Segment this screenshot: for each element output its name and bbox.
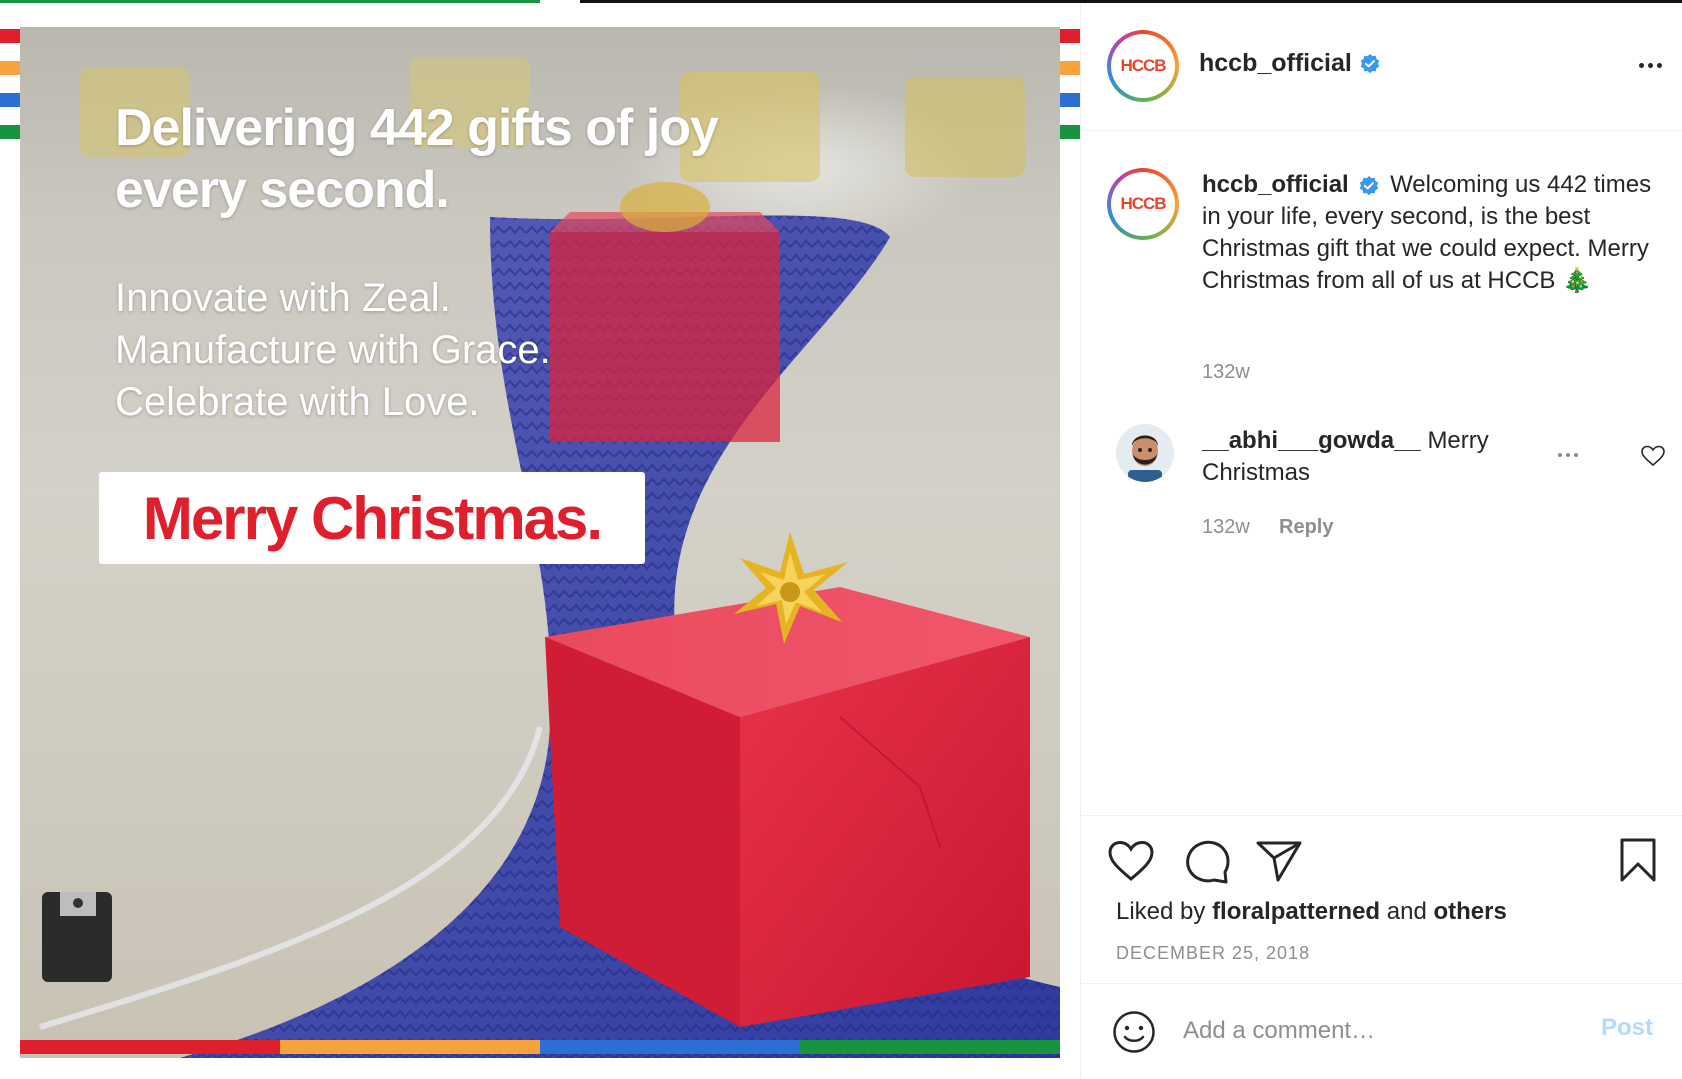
header-username[interactable]: hccb_official bbox=[1199, 49, 1352, 78]
hccb-logo: HCCB bbox=[1120, 56, 1166, 75]
post-date[interactable]: DECEMBER 25, 2018 bbox=[1116, 943, 1310, 964]
comment-like-heart-icon[interactable] bbox=[1641, 445, 1665, 467]
post-details-panel: HCCB hccb_official HCCB hccb_official We… bbox=[1080, 3, 1682, 1078]
tagline-line: Innovate with Zeal. bbox=[115, 276, 451, 320]
comment-icon[interactable] bbox=[1185, 840, 1231, 884]
heart-icon[interactable] bbox=[1108, 840, 1154, 882]
commenter-avatar[interactable] bbox=[1116, 424, 1174, 482]
post-photo: Delivering 442 gifts of joy every second… bbox=[20, 27, 1060, 1058]
comment-input[interactable] bbox=[1181, 1010, 1555, 1052]
post-media[interactable]: Delivering 442 gifts of joy every second… bbox=[0, 3, 1080, 1078]
greeting-text: Merry Christmas. bbox=[142, 484, 603, 552]
comment-more-icon[interactable] bbox=[1558, 453, 1578, 457]
hccb-logo: HCCB bbox=[1120, 194, 1166, 213]
post-tagline: Innovate with Zeal. Manufacture with Gra… bbox=[115, 272, 675, 428]
tagline-line: Manufacture with Grace. bbox=[115, 328, 551, 372]
emoji-icon[interactable] bbox=[1112, 1010, 1156, 1054]
comment: __abhi___gowda__ Merry Christmas bbox=[1202, 425, 1532, 489]
bitmoji-avatar-icon bbox=[1116, 424, 1174, 482]
bottom-color-bar bbox=[20, 1040, 1060, 1054]
verified-badge-icon bbox=[1360, 175, 1379, 195]
add-comment-bar: Post bbox=[1081, 983, 1682, 1079]
reply-button[interactable]: Reply bbox=[1279, 516, 1333, 539]
post-headline: Delivering 442 gifts of joy every second… bbox=[115, 99, 719, 219]
post-caption: hccb_official Welcoming us 442 times in … bbox=[1202, 169, 1662, 297]
verified-badge-icon bbox=[1360, 53, 1380, 73]
likes-summary: Liked by floralpatterned and others bbox=[1116, 898, 1507, 926]
post-button[interactable]: Post bbox=[1601, 1014, 1653, 1042]
avatar[interactable]: HCCB bbox=[1107, 30, 1179, 102]
caption-username[interactable]: hccb_official bbox=[1202, 171, 1349, 198]
comment-time[interactable]: 132w bbox=[1202, 516, 1250, 539]
send-icon[interactable] bbox=[1256, 840, 1302, 882]
likes-prefix: Liked by bbox=[1116, 898, 1206, 925]
post-header: HCCB hccb_official bbox=[1081, 3, 1682, 131]
caption-avatar[interactable]: HCCB bbox=[1107, 168, 1179, 240]
caption-time[interactable]: 132w bbox=[1202, 361, 1250, 384]
greeting-box: Merry Christmas. bbox=[99, 472, 645, 564]
tagline-line: Celebrate with Love. bbox=[115, 380, 480, 424]
liked-by-user[interactable]: floralpatterned bbox=[1212, 898, 1380, 925]
left-color-bars bbox=[0, 29, 20, 157]
right-color-bars bbox=[1060, 29, 1080, 157]
likes-joiner: and bbox=[1386, 898, 1427, 925]
bookmark-icon[interactable] bbox=[1619, 838, 1657, 882]
more-options-icon[interactable] bbox=[1639, 63, 1662, 68]
commenter-username[interactable]: __abhi___gowda__ bbox=[1202, 427, 1421, 454]
likes-others-link[interactable]: others bbox=[1433, 898, 1506, 925]
